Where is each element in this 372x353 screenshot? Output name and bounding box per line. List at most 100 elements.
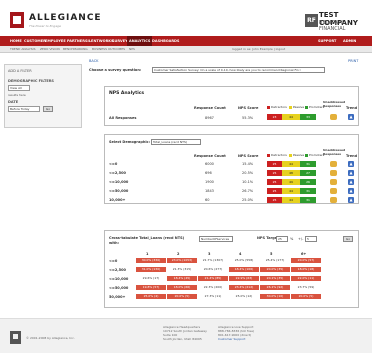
demo-col-detractors: Detractors — [271, 153, 287, 157]
demo-row-promoters: 26 — [300, 179, 316, 185]
passive-legend-swatch — [289, 106, 292, 109]
survey-question-select[interactable]: Customer Satisfaction Survey: On a scale… — [152, 67, 325, 73]
cross-cell: 20.0% (35) — [260, 267, 290, 272]
cross-cell: 25.0% (4) — [136, 294, 166, 299]
demo-row-count: 1900 — [205, 180, 214, 184]
demo-row-label: <=10,000 — [109, 180, 129, 184]
cross-row-label: <=50,000 — [109, 286, 129, 290]
nps-panel-title: NPS Analytics — [109, 91, 145, 96]
cross-cell: 26.1% (92) — [260, 285, 290, 290]
trend-chart-icon[interactable]: ▲ — [348, 197, 354, 203]
main-nav: HOME CUSTOMER EMPLOYEE PARTNER SILENTWOR… — [0, 36, 372, 46]
nps-analytics-panel: NPS Analytics Response Count NPS Score D… — [104, 86, 359, 126]
all-detractors-bar: 23 — [267, 114, 282, 120]
nav-customer[interactable]: CUSTOMER — [24, 36, 46, 46]
nav-silentworks[interactable]: SILENTWORKS — [85, 36, 114, 46]
cross-cell: 22.9% (63) — [229, 276, 259, 281]
trend-chart-icon[interactable]: ▲ — [348, 188, 354, 194]
question-label: Choose a survey question: — [89, 68, 142, 72]
col-trend: Trend — [346, 106, 358, 110]
cross-cell: 30.0% (330) — [136, 258, 166, 263]
cross-cell: 20.0% (57) — [291, 258, 321, 263]
cross-tab-select[interactable]: NumberOfServices — [199, 236, 233, 242]
cross-cell: 21.7% (1307) — [202, 258, 224, 262]
unaddressed-hand-icon[interactable] — [330, 188, 337, 194]
date-select[interactable]: Before Today — [8, 106, 40, 112]
demo-promoters-legend-swatch — [305, 154, 308, 157]
demo-row-detractors: 25 — [267, 161, 282, 167]
cross-tab-go-button[interactable]: Go — [343, 236, 353, 242]
nav-partner[interactable]: PARTNER — [67, 36, 85, 46]
unaddressed-hand-icon[interactable] — [330, 161, 337, 167]
select-demographic-label: Select Demographic: — [109, 140, 151, 144]
back-link[interactable]: BACK — [89, 59, 98, 63]
nav-employee[interactable]: EMPLOYEE — [45, 36, 66, 46]
subnav-nps[interactable]: NPS — [129, 46, 135, 53]
all-passive-bar: 44 — [282, 114, 300, 120]
demo-col-passive: Passive — [293, 153, 305, 157]
trend-chart-icon[interactable]: ▲ — [348, 161, 354, 167]
demographic-select[interactable]: Total_Loans (recd NTS) — [151, 139, 201, 145]
nps-target-input[interactable]: 25 — [276, 236, 288, 242]
header: ALLEGIANCE The Power to Engage RF TEST C… — [0, 0, 372, 36]
print-link[interactable]: PRINT — [348, 59, 358, 63]
demo-detractors-legend-swatch — [267, 154, 270, 157]
promoters-legend-swatch — [305, 106, 308, 109]
nav-admin[interactable]: ADMIN — [343, 36, 356, 46]
demographic-filters-label: DEMOGRAPHIC FILTERS — [8, 79, 54, 83]
trend-chart-icon[interactable]: ▲ — [348, 179, 354, 185]
cross-cell: 25.4% (177) — [265, 258, 285, 262]
cross-tab-panel: Cross-tabulate Total_Loans (recd NTS) wi… — [104, 230, 359, 308]
cross-row-label: <=2,500 — [109, 268, 126, 272]
brand-tagline: The Power to Engage — [29, 24, 61, 28]
filter-sidebar: ADD A FILTER DEMOGRAPHIC FILTERS View Al… — [4, 64, 82, 128]
demo-row-passive: 44 — [282, 197, 300, 203]
unaddressed-hand-icon[interactable] — [330, 114, 337, 120]
trend-chart-icon[interactable]: ▲ — [348, 170, 354, 176]
demo-col-nps-score: NPS Score — [238, 154, 259, 158]
demo-row-label: 10,000+ — [109, 198, 126, 202]
subnav-zero-vision[interactable]: ZERO VISION — [40, 46, 60, 53]
cross-cell: 20.0% (5) — [291, 294, 321, 299]
company-subtitle: REGIONAL FINANCIAL — [319, 20, 346, 32]
login-status[interactable]: logged in as: John Example | logout — [232, 46, 285, 53]
nps-target-plusminus: +/- — [298, 237, 304, 241]
all-responses-score: 55.3% — [242, 116, 254, 120]
nav-support[interactable]: SUPPORT — [318, 36, 336, 46]
all-responses-count: 8967 — [205, 116, 214, 120]
nav-survey[interactable]: SURVEY — [112, 36, 128, 46]
cross-tab-with-label: with: — [109, 241, 119, 245]
demographic-filter-select[interactable]: View All — [8, 85, 30, 91]
add-filter-link[interactable]: ADD A FILTER — [8, 69, 32, 73]
subnav-business-outcomes[interactable]: BUSINESS OUTCOMES — [92, 46, 125, 53]
results-note: results here — [8, 93, 26, 97]
cross-cell: 21.4% (85) — [198, 276, 228, 281]
all-promoters-bar: 33 — [300, 114, 316, 120]
demo-row-count: 6000 — [205, 162, 214, 166]
cross-col-header: 1 — [146, 252, 149, 256]
unaddressed-hand-icon[interactable] — [330, 170, 337, 176]
unaddressed-hand-icon[interactable] — [330, 179, 337, 185]
cross-col-header: 2 — [177, 252, 180, 256]
tolerance-input[interactable]: 5 — [305, 236, 317, 242]
subnav-trend-analysis[interactable]: TREND ANALYSIS — [10, 46, 35, 53]
nav-dashboards[interactable]: DASHBOARDS — [152, 36, 179, 46]
cross-cell: 29.6% (17) — [142, 276, 160, 280]
cross-cell: 20.0% (5) — [167, 294, 197, 299]
col-detractors: Detractors — [271, 105, 287, 109]
trend-chart-icon[interactable]: ▲ — [348, 114, 354, 120]
date-go-button[interactable]: Go — [43, 106, 53, 112]
nav-analytics[interactable]: ANALYTICS — [127, 36, 153, 46]
demo-col-response-count: Response Count — [194, 154, 226, 158]
allegiance-footer-logo-icon — [10, 331, 21, 344]
demo-row-count: 696 — [205, 171, 212, 175]
subnav-benchmarking[interactable]: BENCHMARKING — [63, 46, 88, 53]
cross-cell: 31.0% (130) — [136, 267, 166, 272]
cross-cell: 27.3% (11) — [204, 294, 222, 298]
unaddressed-hand-icon[interactable] — [330, 197, 337, 203]
cross-cell: 25.0% (558) — [234, 258, 254, 262]
customer-support-link[interactable]: Customer Support — [218, 337, 245, 341]
nav-home[interactable]: HOME — [10, 36, 22, 46]
col-unaddressed: Unaddressed Responses — [323, 100, 346, 108]
col-passive: Passive — [293, 105, 305, 109]
